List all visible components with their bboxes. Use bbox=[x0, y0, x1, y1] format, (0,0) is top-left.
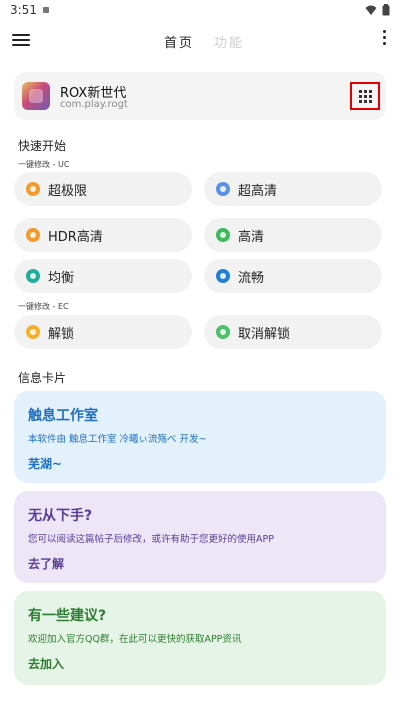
tab-home[interactable]: 首页 bbox=[164, 32, 194, 51]
preset-label: 流畅 bbox=[238, 270, 265, 286]
cancel-unlock-button[interactable]: 取消解锁 bbox=[204, 315, 382, 349]
preset-label: 高清 bbox=[238, 229, 265, 245]
app-package: com.play.rogt bbox=[60, 99, 128, 110]
info-card-action[interactable]: 去了解 bbox=[28, 555, 64, 572]
status-bar: 3:51 bbox=[0, 0, 400, 20]
preset-label: 均衡 bbox=[48, 270, 75, 286]
cancel-unlock-icon bbox=[216, 325, 230, 339]
preset-label: 超高清 bbox=[238, 183, 278, 199]
unlock-button[interactable]: 解锁 bbox=[14, 315, 192, 349]
app-bar: 首页 功能 bbox=[0, 22, 400, 58]
preset-icon bbox=[216, 269, 230, 283]
more-vert-icon[interactable] bbox=[380, 30, 388, 50]
info-card-desc: 您可以阅读这篇帖子后修改，或许有助于您更好的使用APP bbox=[28, 534, 274, 545]
notification-icon bbox=[42, 7, 49, 13]
preset-hdr-hd[interactable]: HDR高清 bbox=[14, 218, 192, 252]
info-cards-title: 信息卡片 bbox=[18, 371, 67, 385]
info-card-title: 触息工作室 bbox=[28, 408, 98, 424]
preset-icon bbox=[26, 228, 40, 242]
info-card-title: 无从下手? bbox=[28, 508, 93, 524]
target-app-card[interactable]: ROX新世代 com.play.rogt bbox=[14, 72, 386, 120]
preset-icon bbox=[26, 269, 40, 283]
preset-ultra-extreme[interactable]: 超极限 bbox=[14, 172, 192, 206]
preset-smooth[interactable]: 流畅 bbox=[204, 259, 382, 293]
preset-icon bbox=[216, 182, 230, 196]
uc-group-label: 一键修改 - UC bbox=[18, 160, 70, 169]
app-icon bbox=[22, 82, 50, 110]
info-card-action[interactable]: 去加入 bbox=[28, 655, 64, 672]
menu-icon[interactable] bbox=[12, 31, 30, 49]
info-card-feedback: 有一些建议? 欢迎加入官方QQ群，在此可以更快的获取APP资讯 去加入 bbox=[14, 591, 386, 685]
preset-icon bbox=[216, 228, 230, 242]
preset-label: 超极限 bbox=[48, 183, 88, 199]
grid-icon bbox=[358, 89, 372, 103]
preset-label: HDR高清 bbox=[48, 229, 103, 245]
preset-hd[interactable]: 高清 bbox=[204, 218, 382, 252]
info-card-guide: 无从下手? 您可以阅读这篇帖子后修改，或许有助于您更好的使用APP 去了解 bbox=[14, 491, 386, 583]
info-card-title: 有一些建议? bbox=[28, 608, 107, 624]
preset-balanced[interactable]: 均衡 bbox=[14, 259, 192, 293]
info-card-desc: 本软件由 触息工作室 冷曦ぃ流殇べ 开发~ bbox=[28, 434, 207, 445]
wifi-icon bbox=[365, 5, 377, 15]
quick-start-title: 快速开始 bbox=[18, 139, 67, 153]
tab-functions[interactable]: 功能 bbox=[214, 32, 244, 51]
battery-icon bbox=[382, 4, 390, 16]
cancel-unlock-label: 取消解锁 bbox=[238, 326, 291, 342]
info-card-action[interactable]: 芜湖~ bbox=[28, 455, 62, 472]
info-card-desc: 欢迎加入官方QQ群，在此可以更快的获取APP资讯 bbox=[28, 634, 242, 645]
preset-ultra-hd[interactable]: 超高清 bbox=[204, 172, 382, 206]
unlock-icon bbox=[26, 325, 40, 339]
ec-group-label: 一键修改 - EC bbox=[18, 302, 69, 311]
app-select-button[interactable] bbox=[350, 82, 380, 110]
info-card-studio: 触息工作室 本软件由 触息工作室 冷曦ぃ流殇べ 开发~ 芜湖~ bbox=[14, 391, 386, 483]
preset-icon bbox=[26, 182, 40, 196]
status-time: 3:51 bbox=[10, 3, 37, 17]
unlock-label: 解锁 bbox=[48, 326, 75, 342]
